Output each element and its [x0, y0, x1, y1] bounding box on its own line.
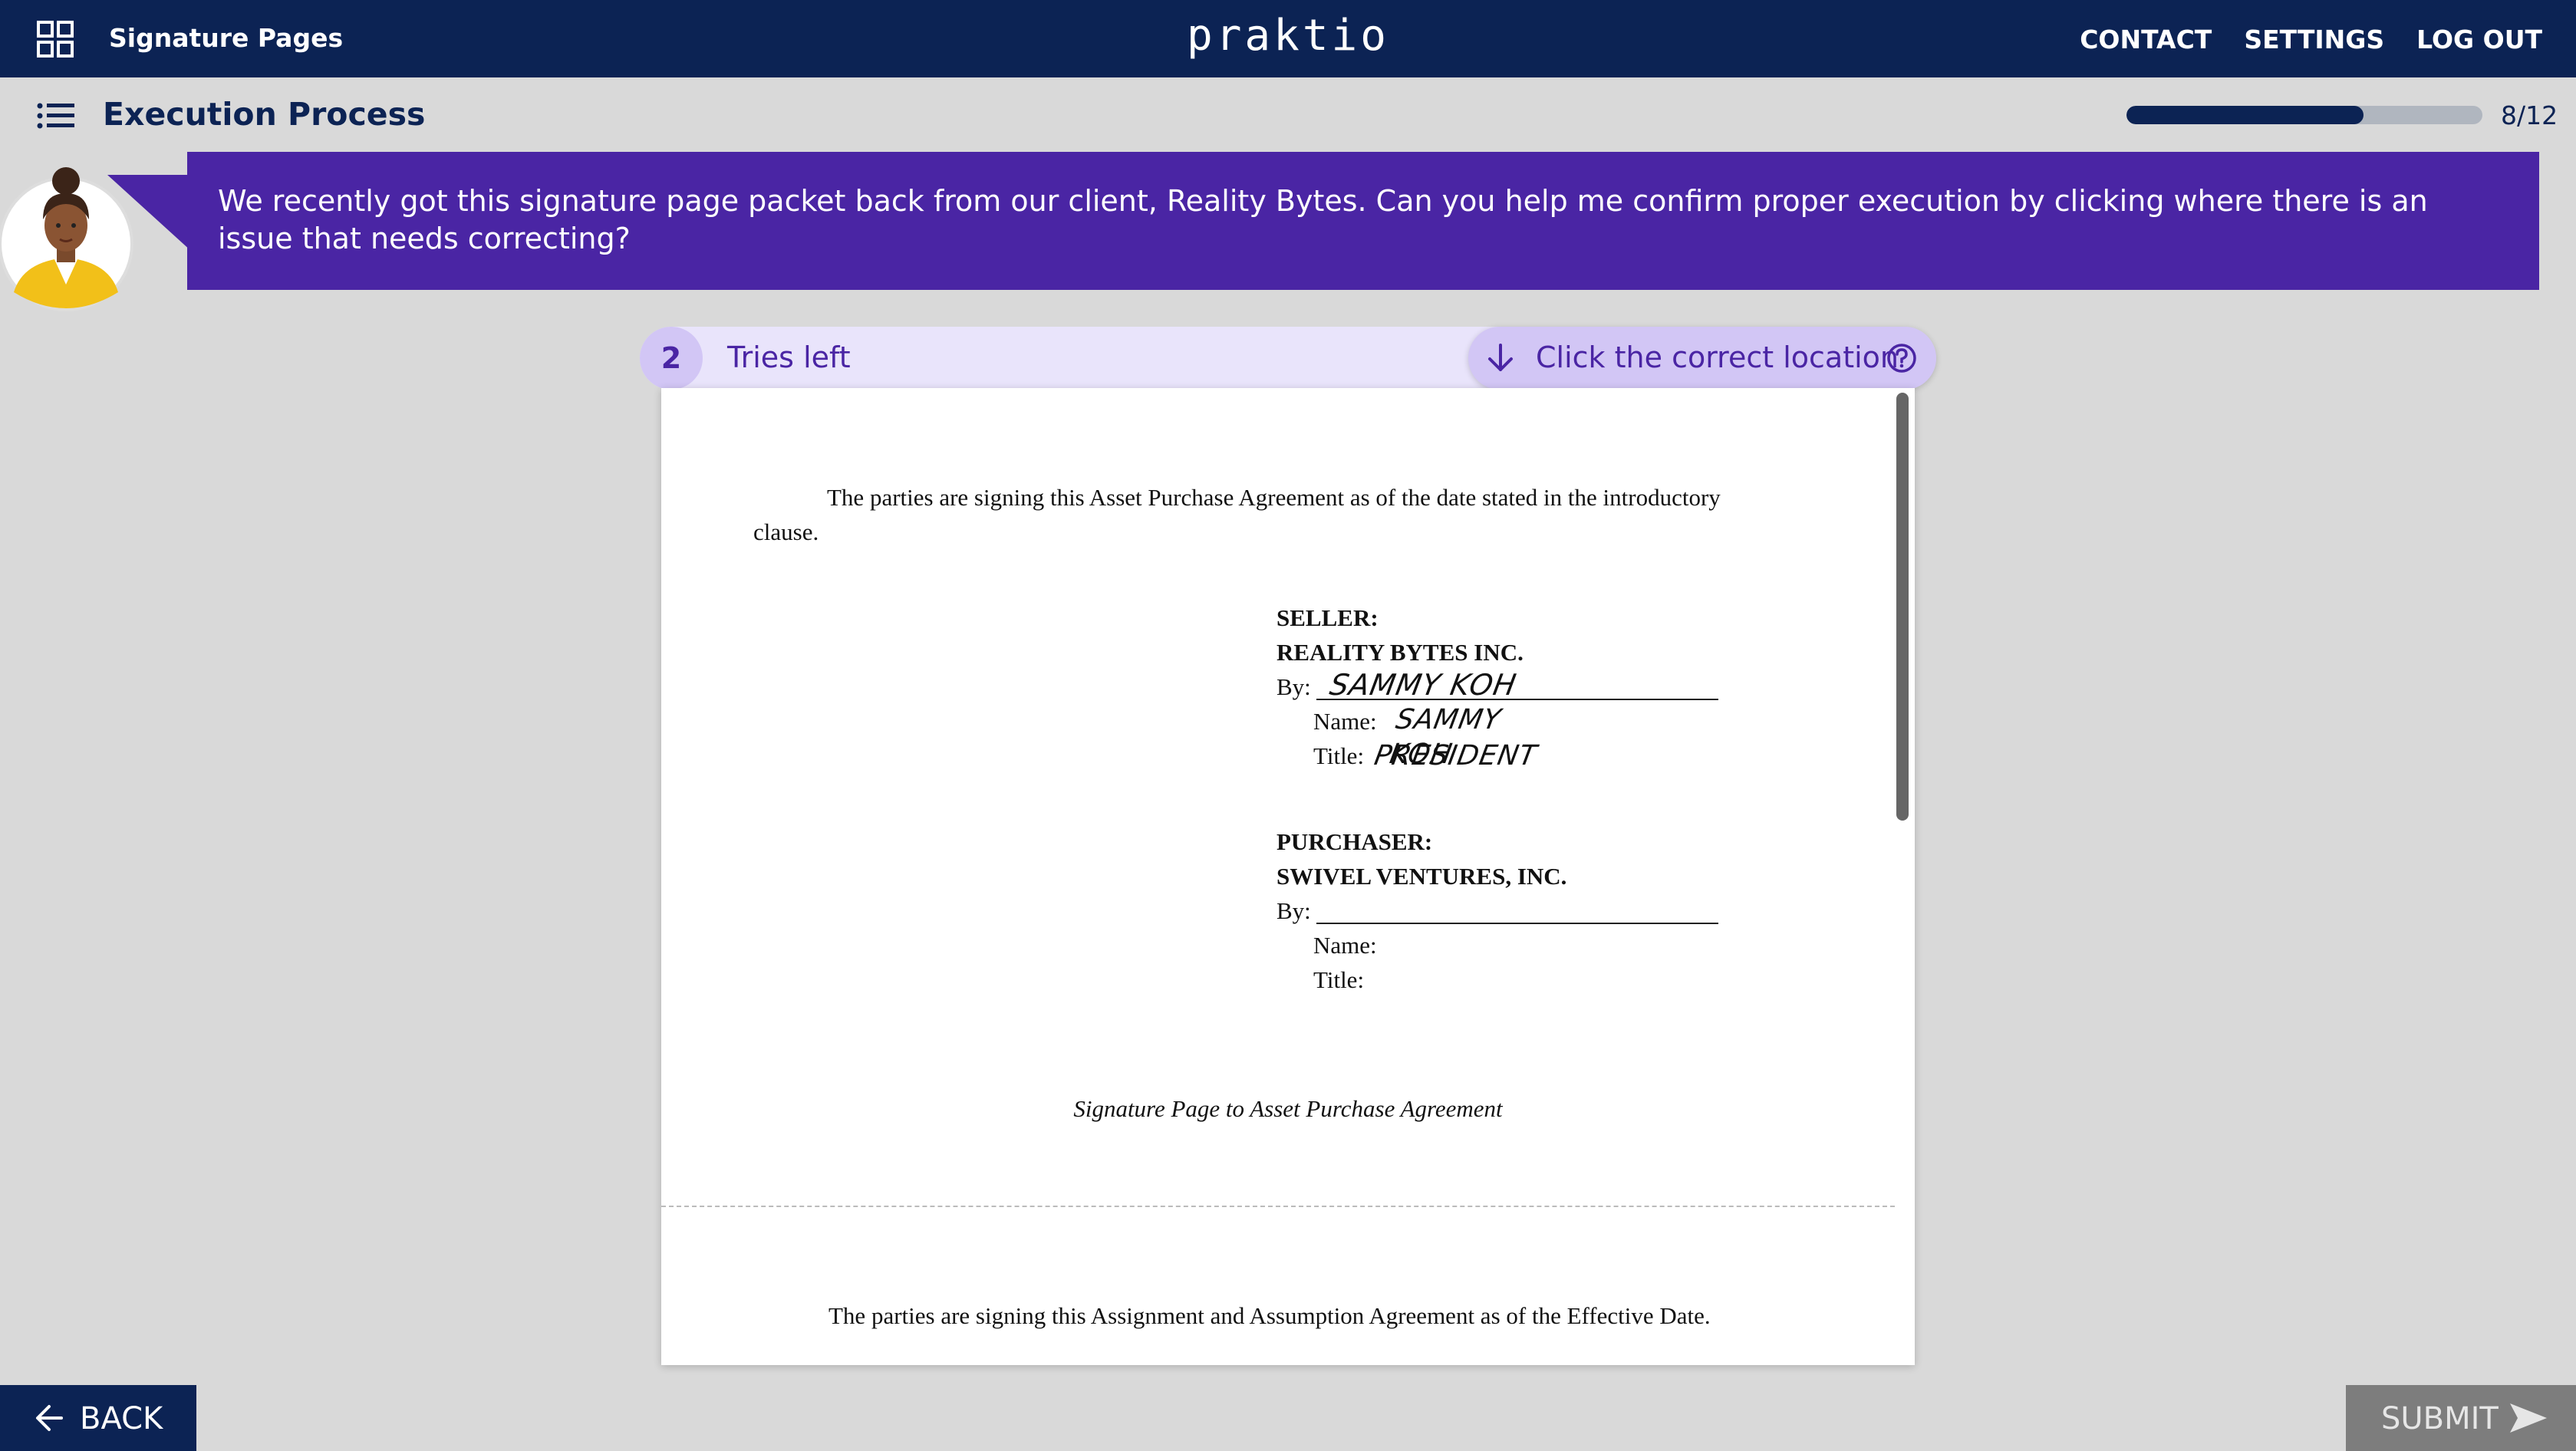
settings-link[interactable]: SETTINGS — [2244, 25, 2384, 54]
document-scrollbar[interactable] — [1896, 393, 1909, 821]
name-label: Name: — [1313, 932, 1377, 959]
purchaser-heading[interactable]: PURCHASER: — [1276, 824, 1566, 859]
purchaser-title-row[interactable]: Title: — [1276, 962, 1566, 997]
section-header: Execution Process 8/12 — [0, 77, 2576, 153]
by-label: By: — [1276, 897, 1311, 924]
back-label: BACK — [80, 1401, 163, 1436]
arrow-down-icon — [1488, 344, 1513, 371]
seller-title[interactable]: PRESIDENT — [1372, 739, 1540, 773]
instruction-pill: Click the correct location — [1468, 327, 1936, 390]
speech-bubble-tail — [107, 175, 192, 252]
submit-label: SUBMIT — [2381, 1401, 2499, 1436]
tries-status-bar: 2 Tries left Click the correct location — [640, 327, 1936, 390]
list-menu-icon[interactable] — [37, 102, 75, 130]
send-icon — [2510, 1403, 2547, 1433]
by-label: By: — [1276, 673, 1311, 700]
progress-bar — [2126, 106, 2482, 124]
contact-link[interactable]: CONTACT — [2080, 25, 2212, 54]
seller-heading[interactable]: SELLER: — [1276, 600, 1524, 635]
progress-bar-fill — [2126, 106, 2364, 124]
title-label: Title: — [1313, 742, 1365, 769]
seller-title-row[interactable]: Title: PRESIDENT — [1276, 739, 1540, 773]
top-nav-links: CONTACT SETTINGS LOG OUT — [2080, 25, 2542, 54]
tries-label: Tries left — [727, 341, 851, 374]
top-navigation-bar: Signature Pages praktio CONTACT SETTINGS… — [0, 0, 2576, 77]
seller-entity[interactable]: REALITY BYTES INC. — [1276, 635, 1524, 670]
arrow-left-icon — [36, 1405, 63, 1431]
seller-by-row[interactable]: By: SAMMY KOH — [1276, 668, 1718, 704]
seller-signature[interactable]: SAMMY KOH — [1327, 668, 1519, 702]
logout-link[interactable]: LOG OUT — [2416, 25, 2542, 54]
instruction-text: Click the correct location — [1536, 341, 1899, 374]
purchaser-signature-line[interactable] — [1316, 923, 1718, 924]
prompt-speech-bubble: We recently got this signature page pack… — [187, 152, 2539, 290]
signature-page-caption[interactable]: Signature Page to Asset Purchase Agreeme… — [661, 1095, 1915, 1123]
purchaser-entity[interactable]: SWIVEL VENTURES, INC. — [1276, 859, 1566, 893]
prompt-message: We recently got this signature page pack… — [218, 184, 2428, 256]
section-title: Execution Process — [103, 96, 426, 133]
back-button[interactable]: BACK — [0, 1385, 196, 1451]
purchaser-signature-block[interactable]: PURCHASER: SWIVEL VENTURES, INC. By: Nam… — [1276, 824, 1718, 997]
progress-counter: 8/12 — [2501, 100, 2558, 130]
page-divider — [661, 1206, 1895, 1207]
seller-signature-block[interactable]: SELLER: REALITY BYTES INC. By: SAMMY KOH… — [1276, 600, 1718, 773]
title-label: Title: — [1313, 966, 1365, 993]
purchaser-by-row[interactable]: By: — [1276, 893, 1718, 928]
signature-page-document[interactable]: The parties are signing this Asset Purch… — [661, 388, 1915, 1365]
tries-count-badge: 2 — [640, 327, 703, 390]
intro-paragraph[interactable]: The parties are signing this Asset Purch… — [753, 480, 1751, 549]
help-icon[interactable] — [1886, 342, 1918, 374]
submit-button[interactable]: SUBMIT — [2346, 1385, 2576, 1451]
seller-name-row[interactable]: Name: SAMMY KOH — [1276, 704, 1524, 770]
name-label: Name: — [1313, 708, 1377, 735]
purchaser-name-row[interactable]: Name: — [1276, 928, 1566, 962]
next-page-paragraph[interactable]: The parties are signing this Assignment … — [828, 1302, 1711, 1330]
